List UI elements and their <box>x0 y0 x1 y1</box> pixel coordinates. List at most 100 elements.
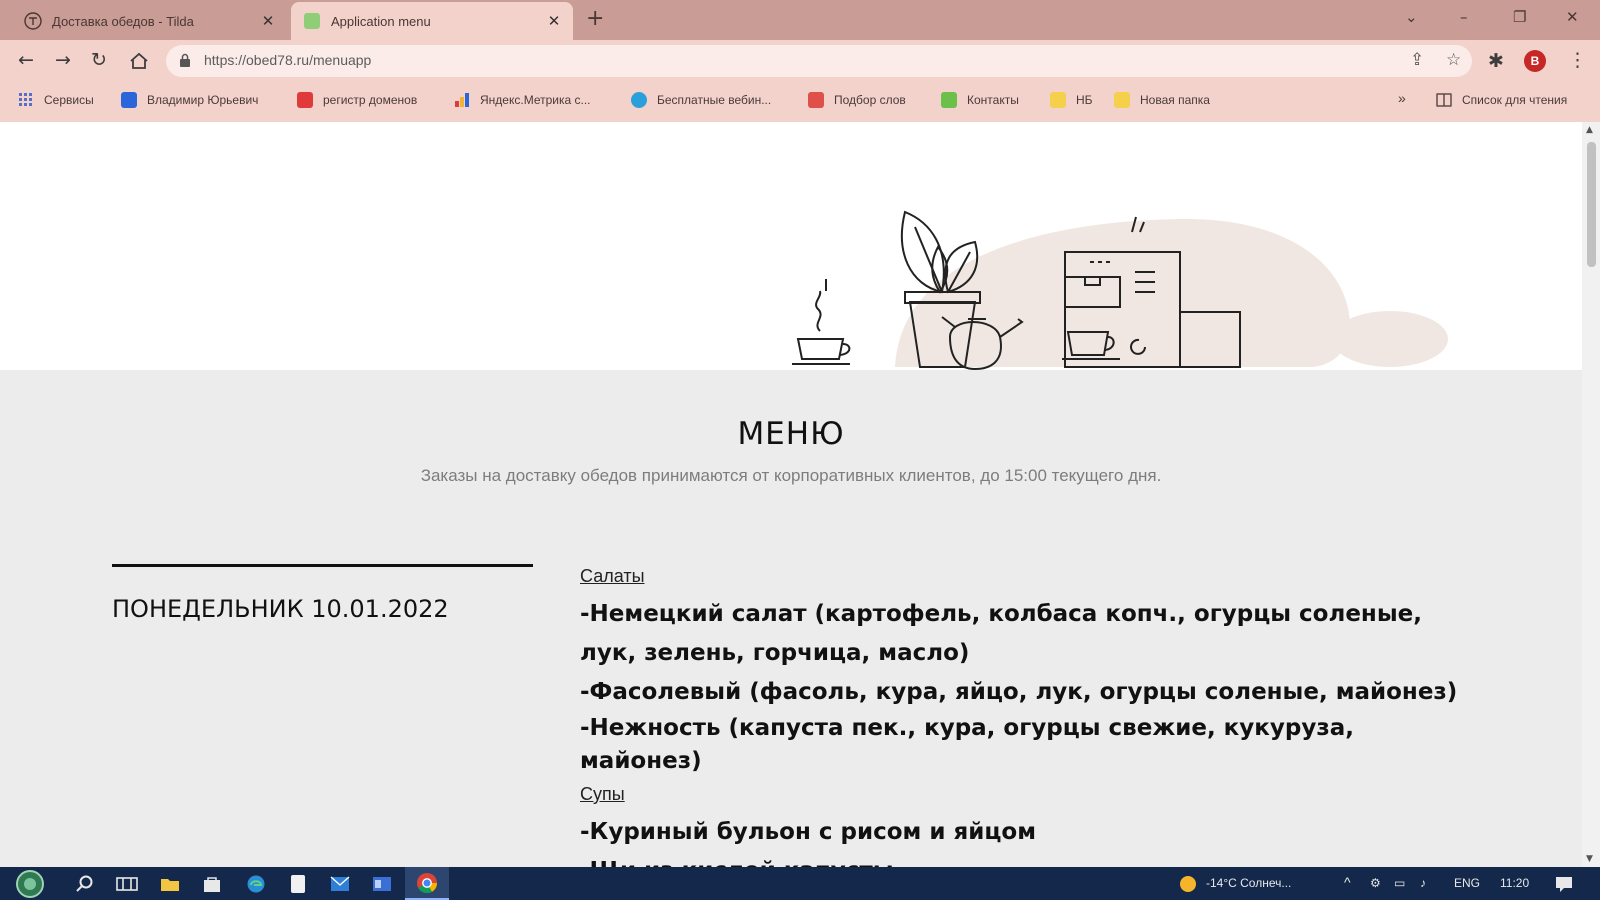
category-salads: Салаты <box>580 566 645 586</box>
settings-app-button[interactable] <box>362 867 402 900</box>
url-text[interactable]: https://obed78.ru/menuapp <box>204 52 371 68</box>
weather-sun-icon[interactable] <box>1178 874 1198 894</box>
bookmark-yandex-metrika[interactable]: Яндекс.Метрика с... <box>454 92 591 108</box>
page-scrollbar[interactable]: ▲ ▼ <box>1582 122 1600 867</box>
tilda-favicon-icon <box>24 12 42 30</box>
bookmark-word-selection[interactable]: Подбор слов <box>808 92 906 108</box>
menu-heading: МЕНЮ <box>737 416 845 452</box>
new-tab-button[interactable]: + <box>586 6 604 31</box>
edge-button[interactable] <box>236 867 276 900</box>
home-icon[interactable] <box>129 52 149 70</box>
bookmarks-overflow-button[interactable]: » <box>1398 90 1406 106</box>
lock-icon[interactable] <box>180 53 190 67</box>
bookmark-label: Сервисы <box>44 93 94 107</box>
network-icon[interactable]: ⚙ <box>1370 876 1381 890</box>
tray-overflow-icon[interactable]: ^ <box>1344 874 1351 890</box>
bookmark-label: Контакты <box>967 93 1019 107</box>
restore-button[interactable]: ❐ <box>1513 8 1526 26</box>
search-button[interactable] <box>65 867 105 900</box>
dish-item: -Куриный бульон с рисом и яйцом <box>580 819 1036 845</box>
bookmark-folder-new[interactable]: Новая папка <box>1114 92 1210 108</box>
registrar-icon <box>297 92 313 108</box>
share-icon[interactable]: ⇪ <box>1410 50 1424 70</box>
bookmark-label: Новая папка <box>1140 93 1210 107</box>
bookmark-vladimir[interactable]: Владимир Юрьевич <box>121 92 258 108</box>
tab-tilda[interactable]: Доставка обедов - Tilda ✕ <box>12 2 287 40</box>
task-view-icon <box>116 876 138 891</box>
bookmarks-bar: Сервисы Владимир Юрьевич регистр доменов… <box>0 82 1600 122</box>
address-bar[interactable]: https://obed78.ru/menuapp ⇪ ☆ <box>166 45 1472 77</box>
language-indicator[interactable]: ENG <box>1454 876 1480 890</box>
browser-toolbar: ← → ↻ https://obed78.ru/menuapp ⇪ ☆ ✱ В … <box>0 40 1600 82</box>
back-arrow-icon[interactable]: ← <box>18 49 34 71</box>
scroll-up-arrow-icon[interactable]: ▲ <box>1586 125 1593 135</box>
store-button[interactable] <box>192 867 232 900</box>
profile-avatar[interactable]: В <box>1524 50 1546 72</box>
dish-item: -Нежность (капуста пек., кура, огурцы св… <box>580 715 1354 774</box>
reading-list-icon <box>1436 93 1452 107</box>
mail-app-button[interactable] <box>320 867 360 900</box>
notification-center-icon[interactable] <box>1554 874 1574 894</box>
tab-strip: Доставка обедов - Tilda ✕ Application me… <box>0 0 1600 40</box>
vk-icon <box>121 92 137 108</box>
start-button[interactable] <box>10 867 50 900</box>
extensions-puzzle-icon[interactable]: ✱ <box>1488 50 1504 72</box>
day-divider <box>112 564 533 567</box>
kitchen-illustration <box>792 210 1448 371</box>
clock-time[interactable]: 11:20 <box>1500 876 1529 890</box>
scrollbar-thumb[interactable] <box>1587 142 1596 267</box>
close-tab-icon[interactable]: ✕ <box>547 12 561 30</box>
bookmark-services[interactable]: Сервисы <box>18 92 94 108</box>
reading-list-label: Список для чтения <box>1462 93 1568 107</box>
close-window-button[interactable]: ✕ <box>1566 8 1579 26</box>
scroll-down-arrow-icon[interactable]: ▼ <box>1586 854 1593 864</box>
bookmark-webinars[interactable]: Бесплатные вебин... <box>631 92 771 108</box>
bookmark-domain-registrar[interactable]: регистр доменов <box>297 92 417 108</box>
bookmark-label: Владимир Юрьевич <box>147 93 259 107</box>
forward-arrow-icon[interactable]: → <box>55 49 71 71</box>
hero-banner <box>0 122 1582 371</box>
tab-search-icon[interactable]: ⌄ <box>1405 8 1418 26</box>
star-bookmark-icon[interactable]: ☆ <box>1446 50 1461 70</box>
window-app-icon <box>373 876 391 891</box>
folder-icon <box>161 878 179 891</box>
file-explorer-button[interactable] <box>150 867 190 900</box>
task-view-button[interactable] <box>107 867 147 900</box>
mail-icon <box>330 875 350 891</box>
metrika-chart-icon <box>455 93 469 107</box>
tab-application-menu[interactable]: Application menu ✕ <box>291 2 573 40</box>
notes-app-button[interactable] <box>278 867 318 900</box>
bookmark-label: Яндекс.Метрика с... <box>480 93 591 107</box>
menu-subtitle: Заказы на доставку обедов принимаются от… <box>420 466 1162 485</box>
close-tab-icon[interactable]: ✕ <box>261 12 275 30</box>
bookmark-label: регистр доменов <box>323 93 418 107</box>
tab-title: Доставка обедов - Tilda <box>52 13 194 29</box>
bookmark-contacts[interactable]: Контакты <box>941 92 1019 108</box>
search-icon <box>76 875 93 892</box>
chrome-taskbar-button[interactable] <box>405 867 449 900</box>
weather-text[interactable]: -14°C Солнеч... <box>1206 876 1291 890</box>
notes-icon <box>291 874 305 893</box>
battery-icon[interactable]: ▭ <box>1394 876 1405 890</box>
menu-section: МЕНЮ Заказы на доставку обедов принимают… <box>0 370 1582 867</box>
minimize-button[interactable]: – <box>1460 8 1468 26</box>
wordstat-icon <box>808 92 824 108</box>
day-date-label: ПОНЕДЕЛЬНИК 10.01.2022 <box>112 595 449 623</box>
contacts-icon <box>941 92 957 108</box>
menu-list: Салаты -Немецкий салат (картофель, колба… <box>580 560 1460 867</box>
dish-item: -Щи из кислой капусты <box>580 852 1460 867</box>
chrome-icon <box>417 872 438 893</box>
dish-item: -Фасолевый (фасоль, кура, яйцо, лук, огу… <box>580 679 1458 705</box>
reload-icon[interactable]: ↻ <box>91 49 107 71</box>
store-bag-icon <box>204 876 220 892</box>
bookmark-folder-nb[interactable]: НБ <box>1050 92 1093 108</box>
webinar-icon <box>631 92 647 108</box>
edge-browser-icon <box>247 875 265 892</box>
reading-list-button[interactable]: Список для чтения <box>1436 92 1567 108</box>
volume-icon[interactable]: ♪ <box>1420 876 1426 890</box>
browser-menu-icon[interactable]: ⋮ <box>1568 49 1587 71</box>
tab-title: Application menu <box>331 13 431 29</box>
bookmark-label: НБ <box>1076 93 1093 107</box>
page-viewport: МЕНЮ Заказы на доставку обедов принимают… <box>0 122 1582 867</box>
app-favicon-icon <box>304 13 320 29</box>
